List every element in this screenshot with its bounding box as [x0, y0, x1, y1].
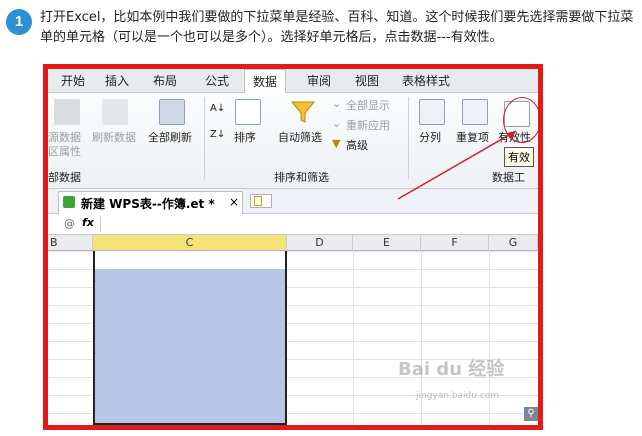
- step-number-badge: 1: [6, 9, 32, 35]
- screenshot-frame: 开始 插入 布局 公式 数据 审阅 视图 表格样式 源数据 区属性 刷新数据 全…: [43, 64, 543, 430]
- baidu-watermark-logo: Bai du 经验: [398, 359, 505, 380]
- magnify-icon[interactable]: ⚲: [524, 407, 538, 421]
- step-description: 打开Excel，比如本例中我们要做的下拉菜单是经验、百科、知道。这个时候我们要先…: [40, 10, 634, 45]
- baidu-watermark-url: jingyan.baidu.com: [416, 391, 500, 401]
- step-header: 1 打开Excel，比如本例中我们要做的下拉菜单是经验、百科、知道。这个时候我们…: [0, 0, 642, 60]
